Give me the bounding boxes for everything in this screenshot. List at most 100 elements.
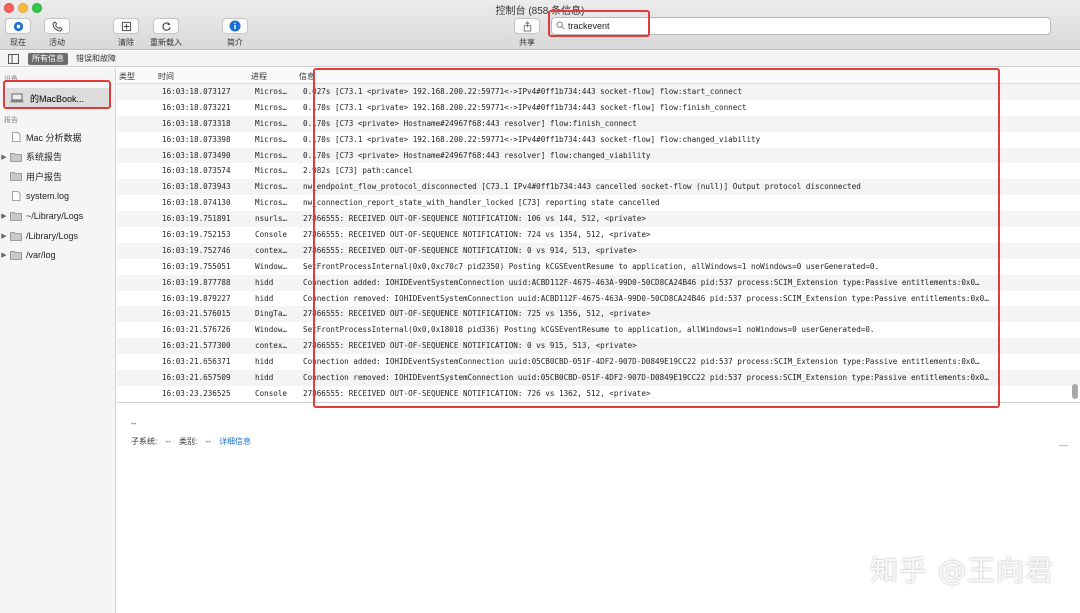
column-header-type[interactable]: 类型 (119, 71, 135, 82)
log-message: 0.170s [C73 <private> Hostname#24967f68:… (303, 118, 637, 128)
log-table-header: 类型 时间 进程 信息 (117, 68, 1080, 84)
log-row[interactable]: 16:03:19.751891 nsurls… 27866555: RECEIVED… (117, 211, 1080, 228)
tab-errors-and-faults[interactable]: 错误和故障 (72, 53, 120, 65)
log-row[interactable]: 16:03:19.752746 contex… 27866555: RECEIVED… (117, 242, 1080, 259)
log-message: 27866555: RECEIVED OUT-OF-SEQUENCE NOTIF… (303, 214, 646, 224)
log-row[interactable]: 16:03:19.879227 hidd Connection removed: I… (117, 291, 1080, 307)
log-process: Micros… (255, 150, 288, 160)
scroll-thumb[interactable] (1072, 384, 1078, 399)
log-row[interactable]: 16:03:18.074130 Micros… nw_connection_repo… (117, 195, 1080, 211)
clear-icon (121, 21, 131, 31)
device-item[interactable]: 的MacBook... (6, 88, 110, 108)
reload-button[interactable] (153, 18, 179, 34)
column-header-process[interactable]: 进程 (251, 71, 267, 82)
folder-icon (10, 211, 22, 221)
log-row[interactable]: 16:03:21.657509 hidd Connection removed: I… (117, 370, 1080, 386)
clear-button[interactable] (113, 18, 139, 34)
log-process: Console (255, 388, 288, 398)
log-process: hidd (255, 277, 274, 287)
log-message: SetFrontProcessInternal(0x0,0xc70c7 pid2… (303, 261, 880, 271)
log-row[interactable]: 16:03:18.073318 Micros… 0.170s [C73 <priva… (117, 115, 1080, 132)
log-row[interactable]: 16:03:18.073221 Micros… 0.170s [C73.1 <pri… (117, 100, 1080, 116)
share-button[interactable] (514, 18, 540, 34)
log-message: 27866555: RECEIVED OUT-OF-SEQUENCE NOTIF… (303, 309, 651, 319)
log-row[interactable]: 16:03:21.576015 DingTa… 27866555: RECEIVED… (117, 306, 1080, 323)
sidebar-item[interactable]: ▶ /var/log (0, 246, 116, 264)
log-scrollbar[interactable] (1071, 84, 1079, 402)
log-process: Micros… (255, 166, 288, 176)
category-label: 类别: (179, 437, 198, 446)
disclosure-triangle-icon[interactable]: ▶ (0, 153, 8, 161)
disclosure-triangle-icon[interactable]: ▶ (0, 251, 8, 259)
search-icon (556, 21, 565, 30)
column-header-time[interactable]: 时间 (158, 71, 174, 82)
log-time: 16:03:18.073318 (162, 118, 231, 128)
log-time: 16:03:19.752746 (162, 245, 231, 255)
log-row[interactable]: 16:03:18.073574 Micros… 2.982s [C73] path:… (117, 163, 1080, 179)
log-row[interactable]: 16:03:23.236525 Console 27866555: RECEIVED… (117, 386, 1080, 402)
device-name: 的MacBook... (30, 93, 85, 104)
disclosure-triangle-icon[interactable]: ▶ (0, 212, 8, 220)
sidebar-item-label: system.log (26, 191, 70, 202)
log-process: hidd (255, 293, 274, 303)
log-process: Console (255, 230, 288, 240)
log-process: Micros… (255, 182, 288, 192)
log-row[interactable]: 16:03:19.877788 hidd Connection added: IOH… (117, 274, 1080, 291)
log-row[interactable]: 16:03:18.073490 Micros… 0.170s [C73 <priva… (117, 147, 1080, 164)
search-query: trackevent (568, 21, 610, 31)
log-row[interactable]: 16:03:19.755051 Window… SetFrontProcessInt… (117, 259, 1080, 275)
now-button[interactable] (5, 18, 31, 34)
log-time: 16:03:18.073943 (162, 182, 231, 192)
disclosure-triangle-icon[interactable]: ▶ (0, 232, 8, 240)
log-message: Connection removed: IOHIDEventSystemConn… (303, 373, 989, 383)
sidebar-item[interactable]: ▶ /Library/Logs (0, 227, 116, 245)
log-row[interactable]: 16:03:18.073127 Micros… 0.027s [C73.1 <pri… (117, 84, 1080, 100)
log-process: Window… (255, 261, 288, 271)
column-header-message[interactable]: 信息 (299, 71, 315, 82)
log-row[interactable]: 16:03:19.752153 Console 27866555: RECEIVED… (117, 227, 1080, 243)
log-process: hidd (255, 373, 274, 383)
sidebar-item[interactable]: ▶ ~/Library/Logs (0, 207, 116, 225)
folder-icon (10, 231, 22, 241)
phone-icon (51, 20, 63, 32)
details-link[interactable]: 详细信息 (219, 437, 251, 446)
log-message: Connection added: IOHIDEventSystemConnec… (303, 277, 980, 287)
detail-meta: 子系统: -- 类别: -- 详细信息 (131, 436, 251, 447)
sidebar-item[interactable]: ▶ 系统报告 (0, 148, 116, 166)
log-row[interactable]: 16:03:18.073398 Micros… 0.170s [C73.1 <pri… (117, 132, 1080, 148)
laptop-icon (10, 93, 24, 103)
tab-all-messages[interactable]: 所有信息 (28, 53, 68, 65)
share-label: 共享 (519, 38, 535, 47)
log-time: 16:03:19.755051 (162, 261, 231, 271)
log-time: 16:03:18.073574 (162, 166, 231, 176)
sidebar-item-label: Mac 分析数据 (26, 132, 82, 143)
folder-icon (10, 172, 22, 182)
sidebar-item[interactable]: 用户报告 (0, 167, 116, 185)
sidebar-toggle-icon[interactable] (8, 54, 19, 64)
log-process: hidd (255, 357, 274, 367)
now-label: 现在 (10, 38, 26, 47)
activity-button[interactable] (44, 18, 70, 34)
log-row[interactable]: 16:03:18.073943 Micros… nw_endpoint_flow_p… (117, 179, 1080, 196)
log-row[interactable]: 16:03:21.576726 Window… SetFrontProcessInt… (117, 322, 1080, 338)
log-message: 27866555: RECEIVED OUT-OF-SEQUENCE NOTIF… (303, 388, 651, 398)
filter-bar: 所有信息 错误和故障 (0, 51, 1080, 67)
log-message: 2.982s [C73] path:cancel (303, 166, 413, 176)
log-process: Window… (255, 325, 288, 335)
document-icon (12, 191, 21, 201)
detail-end-mark: — (1059, 440, 1068, 450)
log-row[interactable]: 16:03:21.656371 hidd Connection added: IOH… (117, 354, 1080, 370)
search-field[interactable]: trackevent (551, 17, 1051, 35)
log-time: 16:03:21.577300 (162, 341, 231, 351)
sidebar-item[interactable]: Mac 分析数据 (0, 128, 116, 146)
log-row[interactable]: 16:03:21.577300 contex… 27866555: RECEIVED… (117, 338, 1080, 355)
log-time: 16:03:18.073490 (162, 150, 231, 160)
sidebar-item[interactable]: system.log (0, 187, 116, 205)
folder-icon (10, 251, 22, 261)
log-time: 16:03:18.073127 (162, 87, 231, 96)
log-process: Micros… (255, 87, 288, 96)
info-button[interactable] (222, 18, 248, 34)
activity-label: 活动 (49, 38, 65, 47)
sidebar-item-label: 用户报告 (26, 171, 63, 182)
log-message: nw_connection_report_state_with_handler_… (303, 198, 660, 208)
